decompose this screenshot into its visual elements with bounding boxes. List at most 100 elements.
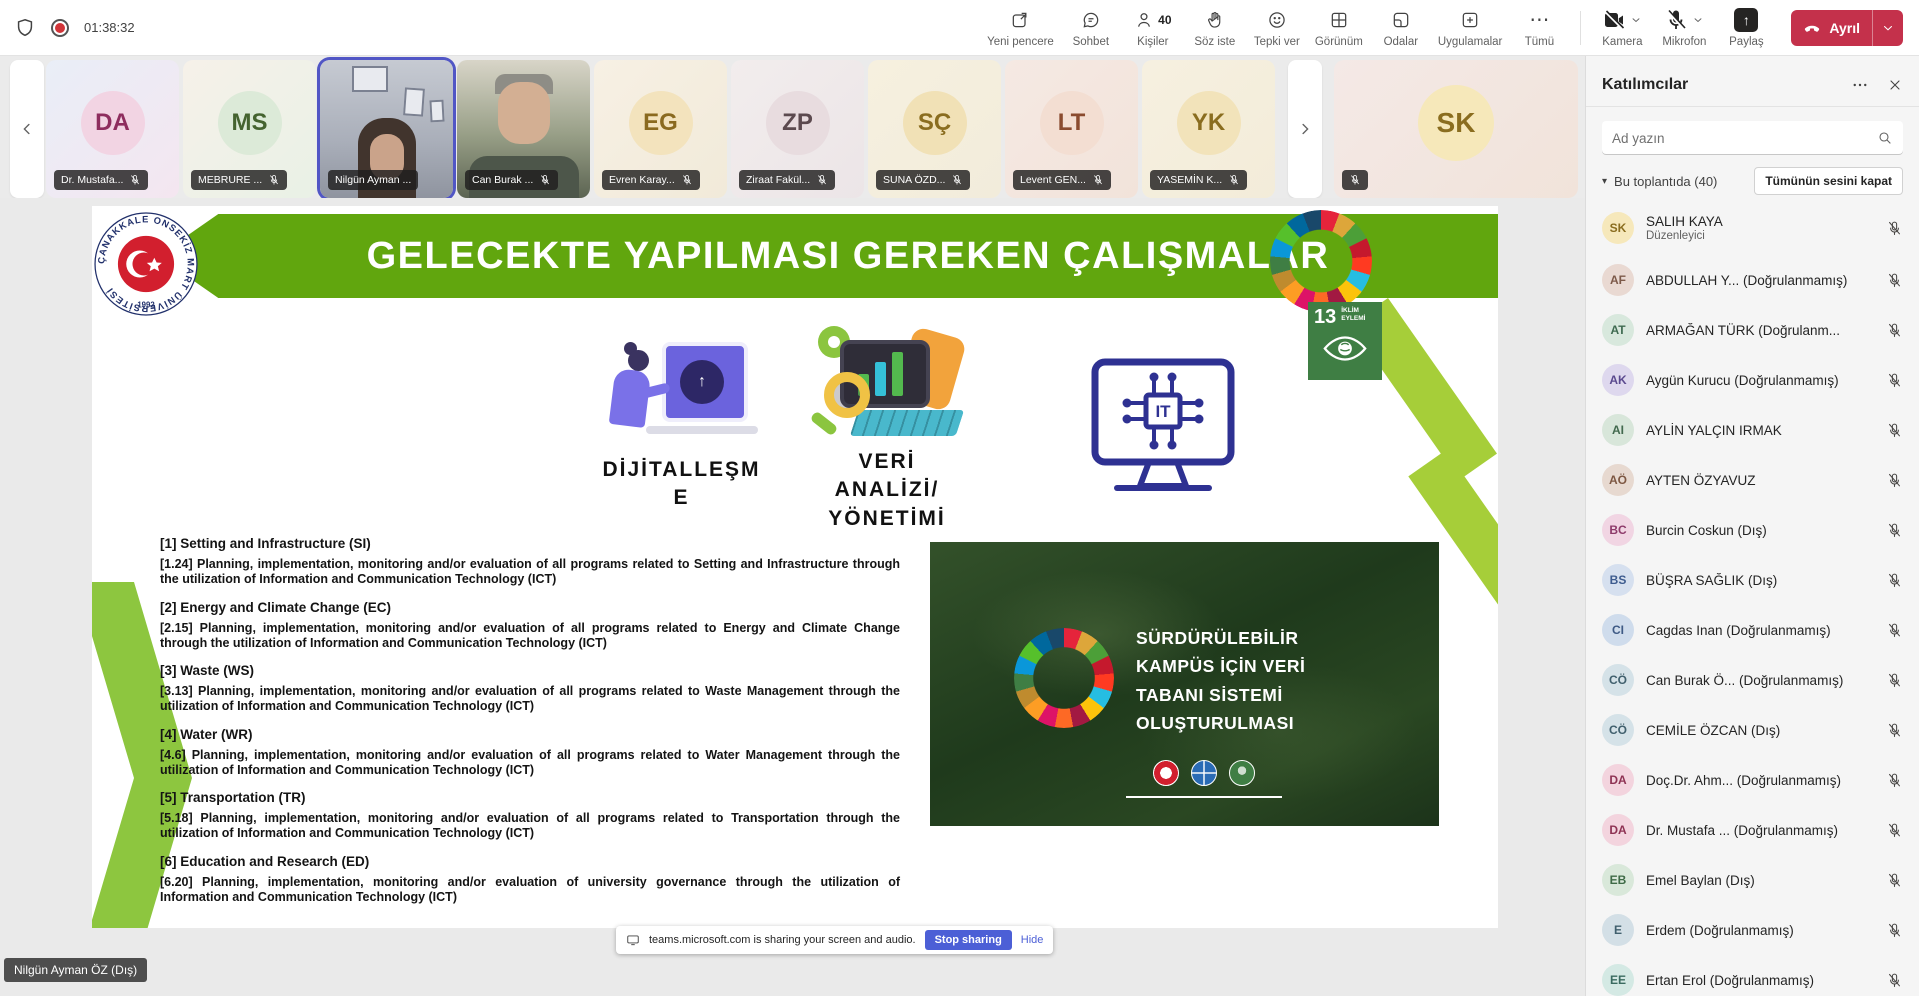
participant-name: Can Burak Ö... (Doğrulanmamış) xyxy=(1646,673,1874,688)
video-tile[interactable]: ZP Ziraat Fakül... xyxy=(731,60,864,198)
video-tile[interactable]: SK xyxy=(1334,60,1578,198)
participant-name: Aygün Kurucu (Doğrulanmamış) xyxy=(1646,373,1874,388)
mute-all-button[interactable]: Tümünün sesini kapat xyxy=(1754,167,1903,195)
avatar: SK xyxy=(1418,85,1494,161)
camera-button[interactable]: Kamera xyxy=(1591,0,1653,55)
participant-row[interactable]: EB Emel Baylan (Dış) xyxy=(1586,855,1919,905)
participant-row[interactable]: CÖ CEMİLE ÖZCAN (Dış) xyxy=(1586,705,1919,755)
video-tile[interactable]: LT Levent GEN... xyxy=(1005,60,1138,198)
avatar: EG xyxy=(629,91,693,155)
toolbar-divider xyxy=(1580,11,1581,45)
slide-item: [1] Setting and Infrastructure (SI)[1.24… xyxy=(160,536,900,588)
caption-digitalization: DİJİTALLEŞM E xyxy=(584,456,779,513)
video-tile[interactable]: EG Evren Karay... xyxy=(594,60,727,198)
new-window-button[interactable]: Yeni pencere xyxy=(981,0,1060,55)
mic-off-icon[interactable] xyxy=(1886,822,1903,839)
video-tile[interactable]: SÇ SUNA ÖZD... xyxy=(868,60,1001,198)
avatar: EB xyxy=(1602,864,1634,896)
mic-off-icon[interactable] xyxy=(1886,672,1903,689)
button-label: Görünüm xyxy=(1315,36,1363,48)
button-label: Söz iste xyxy=(1194,36,1235,48)
chevron-down-icon[interactable] xyxy=(1630,14,1642,26)
mic-off-icon[interactable] xyxy=(1886,220,1903,237)
participant-name: Dr. Mustafa ... (Doğrulanmamış) xyxy=(1646,823,1874,838)
recording-indicator-icon xyxy=(51,19,69,37)
slide-title: GELECEKTE YAPILMASI GEREKEN ÇALIŞMALAR xyxy=(327,235,1330,278)
collapse-triangle-icon[interactable] xyxy=(1602,176,1607,187)
mic-off-icon[interactable] xyxy=(1886,372,1903,389)
participant-row[interactable]: SK SALIH KAYA Düzenleyici xyxy=(1586,201,1919,255)
grid-icon xyxy=(1329,10,1349,30)
people-button[interactable]: 40 Kişiler xyxy=(1122,0,1184,55)
raise-hand-button[interactable]: Söz iste xyxy=(1184,0,1246,55)
participant-row[interactable]: EE Ertan Erol (Doğrulanmamış) xyxy=(1586,955,1919,996)
mic-off-icon xyxy=(816,174,828,186)
avatar: AK xyxy=(1602,364,1634,396)
video-tile[interactable]: DA Dr. Mustafa... xyxy=(46,60,179,198)
apps-button[interactable]: Uygulamalar xyxy=(1432,0,1509,55)
tile-name-chip: Ziraat Fakül... xyxy=(739,170,835,190)
search-input[interactable]: Ad yazın xyxy=(1602,121,1903,155)
avatar: BS xyxy=(1602,564,1634,596)
smile-icon xyxy=(1267,10,1287,30)
participant-row[interactable]: AI AYLİN YALÇIN IRMAK xyxy=(1586,405,1919,455)
avatar: ZP xyxy=(766,91,830,155)
participant-row[interactable]: BS BÜŞRA SAĞLIK (Dış) xyxy=(1586,555,1919,605)
tile-name-chip: Dr. Mustafa... xyxy=(54,170,148,190)
mic-off-icon[interactable] xyxy=(1886,772,1903,789)
more-options-icon[interactable] xyxy=(1851,76,1869,94)
mic-off-icon[interactable] xyxy=(1886,722,1903,739)
participant-row[interactable]: DA Dr. Mustafa ... (Doğrulanmamış) xyxy=(1586,805,1919,855)
mic-off-icon[interactable] xyxy=(1886,272,1903,289)
video-tile[interactable]: YK YASEMİN K... xyxy=(1142,60,1275,198)
participant-row[interactable]: AF ABDULLAH Y... (Doğrulanmamış) xyxy=(1586,255,1919,305)
participant-row[interactable]: BC Burcin Coskun (Dış) xyxy=(1586,505,1919,555)
strip-next-button[interactable] xyxy=(1288,60,1322,198)
mic-off-icon[interactable] xyxy=(1886,872,1903,889)
participant-name: Doç.Dr. Ahm... (Doğrulanmamış) xyxy=(1646,773,1874,788)
share-button[interactable]: Paylaş xyxy=(1715,0,1777,55)
hide-link[interactable]: Hide xyxy=(1021,934,1044,946)
mic-off-icon[interactable] xyxy=(1886,322,1903,339)
video-tile[interactable]: MS MEBRURE ... xyxy=(183,60,316,198)
leave-button[interactable]: Ayrıl xyxy=(1791,10,1903,46)
participant-name: Burcin Coskun (Dış) xyxy=(1646,523,1874,538)
leave-options-button[interactable] xyxy=(1873,10,1903,46)
more-button[interactable]: Tümü xyxy=(1508,0,1570,55)
button-label: Kişiler xyxy=(1137,36,1168,48)
avatar: CI xyxy=(1602,614,1634,646)
participant-row[interactable]: E Erdem (Doğrulanmamış) xyxy=(1586,905,1919,955)
tile-name-chip: SUNA ÖZD... xyxy=(876,170,970,190)
participant-row[interactable]: AÖ AYTEN ÖZYAVUZ xyxy=(1586,455,1919,505)
video-tile[interactable]: Can Burak ... xyxy=(457,60,590,198)
close-icon[interactable] xyxy=(1887,77,1903,93)
participant-row[interactable]: DA Doç.Dr. Ahm... (Doğrulanmamış) xyxy=(1586,755,1919,805)
participant-row[interactable]: CI Cagdas Inan (Doğrulanmamış) xyxy=(1586,605,1919,655)
presentation-slide: GELECEKTE YAPILMASI GEREKEN ÇALIŞMALAR Ç… xyxy=(92,206,1498,928)
rooms-button[interactable]: Odalar xyxy=(1370,0,1432,55)
mic-off-icon[interactable] xyxy=(1886,572,1903,589)
mic-off-icon[interactable] xyxy=(1886,622,1903,639)
mic-off-icon[interactable] xyxy=(1886,472,1903,489)
phone-icon xyxy=(1803,19,1821,37)
panel-header: Katılımcılar xyxy=(1586,56,1919,106)
button-label: Sohbet xyxy=(1073,36,1109,48)
video-tile-active-speaker[interactable]: Nilgün Ayman ... xyxy=(320,60,453,198)
mic-off-icon xyxy=(268,174,280,186)
mic-off-icon[interactable] xyxy=(1886,422,1903,439)
partner-logos xyxy=(1130,760,1278,786)
participant-row[interactable]: CÖ Can Burak Ö... (Doğrulanmamış) xyxy=(1586,655,1919,705)
mic-off-icon[interactable] xyxy=(1886,972,1903,989)
mic-off-icon[interactable] xyxy=(1886,922,1903,939)
chevron-down-icon[interactable] xyxy=(1692,14,1704,26)
chat-button[interactable]: Sohbet xyxy=(1060,0,1122,55)
avatar: AI xyxy=(1602,414,1634,446)
react-button[interactable]: Tepki ver xyxy=(1246,0,1308,55)
participant-row[interactable]: AT ARMAĞAN TÜRK (Doğrulanm... xyxy=(1586,305,1919,355)
mic-off-icon[interactable] xyxy=(1886,522,1903,539)
strip-prev-button[interactable] xyxy=(10,60,44,198)
view-button[interactable]: Görünüm xyxy=(1308,0,1370,55)
participant-row[interactable]: AK Aygün Kurucu (Doğrulanmamış) xyxy=(1586,355,1919,405)
stop-sharing-button[interactable]: Stop sharing xyxy=(925,930,1012,950)
microphone-button[interactable]: Mikrofon xyxy=(1653,0,1715,55)
